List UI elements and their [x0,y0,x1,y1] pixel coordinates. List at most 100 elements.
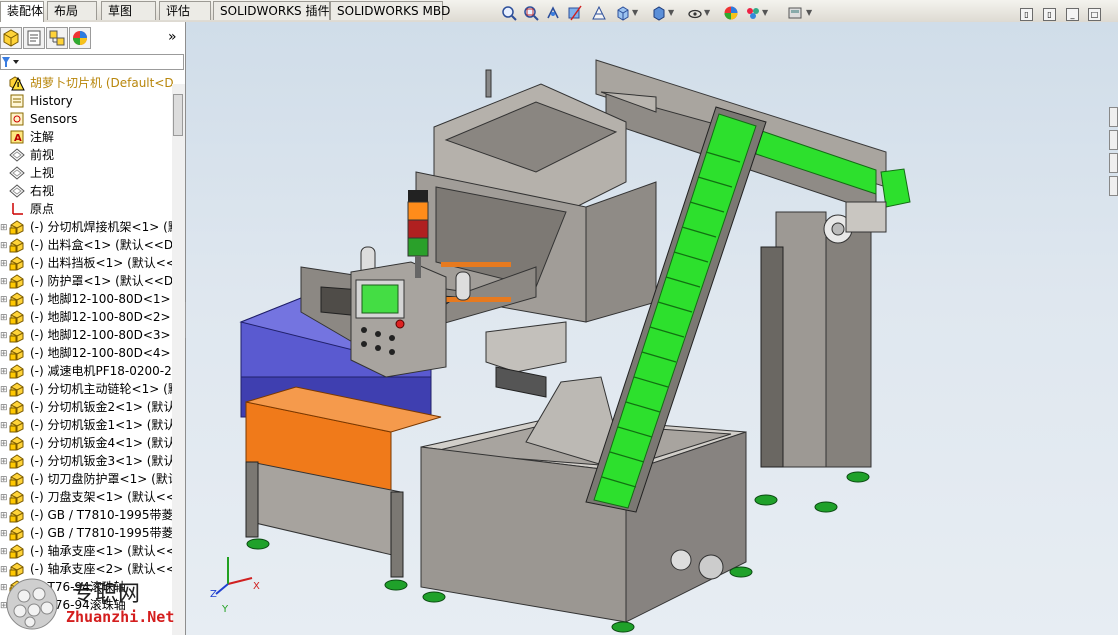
panel-more-button[interactable]: » [168,29,177,45]
property-manager-icon[interactable] [23,27,45,49]
tree-item[interactable]: ⊞ (-) 轴承支座<1> (默认<< [0,542,176,560]
tree-item[interactable]: ⊞ (-) 分切机主动链轮<1> (默 [0,380,180,398]
tree-item[interactable]: ⊞ (-) 分切机钣金4<1> (默认 [0,434,175,452]
tree-item-label: 上视 [30,166,55,180]
tree-item[interactable]: 右视 [0,182,172,200]
tab-solidworks-addins[interactable]: SOLIDWORKS 插件 [213,1,330,20]
tab-sketch[interactable]: 草图 [101,1,156,20]
expand-icon[interactable]: ⊞ [0,403,8,413]
expand-icon[interactable]: ⊞ [0,439,8,449]
tree-item[interactable]: ⊞ (-) 出料挡板<1> (默认<< [0,254,176,272]
tree-item[interactable]: A 注解 [0,128,172,146]
expand-icon[interactable]: ⊞ [0,457,8,467]
restore-window-icon[interactable]: ▯ [1043,8,1056,21]
part-icon [9,417,25,433]
expand-icon[interactable]: ⊞ [0,259,8,269]
expand-icon[interactable]: ⊞ [0,331,8,341]
expand-icon[interactable]: ⊞ [0,385,8,395]
view-orientation-icon[interactable] [614,4,632,22]
expand-icon[interactable]: ⊞ [0,223,8,233]
task-pane-tab[interactable] [1109,107,1118,127]
chevron-down-icon[interactable]: ▼ [762,8,768,17]
previous-view-icon[interactable] [544,4,562,22]
tree-item[interactable]: ⊞ (-) 切刀盘防护罩<1> (默认 [0,470,180,488]
task-pane-tab[interactable] [1109,176,1118,196]
tree-item-label: (-) GB / T7810-1995带菱 [30,508,174,522]
display-style-icon[interactable] [650,4,668,22]
tree-item[interactable]: ⊞ (-) 地脚12-100-80D<3> [0,326,172,344]
chevron-down-icon[interactable]: ▼ [704,8,710,17]
tile-windows-icon[interactable]: ▯ [1020,8,1033,21]
expand-icon[interactable]: ⊞ [0,493,8,503]
tree-scrollbar[interactable] [172,84,185,635]
chevron-down-icon[interactable]: ▼ [668,8,674,17]
tab-solidworks-mbd[interactable]: SOLIDWORKS MBD [330,1,450,20]
tree-item[interactable]: History [0,92,172,110]
part-icon [9,219,25,235]
chevron-down-icon[interactable]: ▼ [806,8,812,17]
tree-item[interactable]: 原点 [0,200,172,218]
expand-icon[interactable]: ⊞ [0,313,8,323]
expand-icon[interactable]: ⊞ [0,421,8,431]
display-manager-icon[interactable] [69,27,91,49]
part-icon [9,489,25,505]
configuration-manager-icon[interactable] [46,27,68,49]
filter-icon[interactable] [1,55,23,69]
scrollbar-thumb[interactable] [173,94,183,136]
tree-item[interactable]: ⊞ (-) 刀盘支架<1> (默认<< [0,488,176,506]
tree-item[interactable]: ⊞ (-) GB / T7810-1995带菱 [0,506,174,524]
hide-show-icon[interactable] [686,4,704,22]
tree-item[interactable]: ⊞ (-) 防护罩<1> (默认<<De [0,272,180,290]
zoom-area-icon[interactable] [522,4,540,22]
task-pane-tab[interactable] [1109,153,1118,173]
expand-icon[interactable]: ⊞ [0,511,8,521]
tree-item[interactable]: ⊞ (-) 出料盒<1> (默认<<De [0,236,180,254]
tree-item[interactable]: ⊞ (-) 地脚12-100-80D<1> [0,290,172,308]
zoom-to-fit-icon[interactable] [500,4,518,22]
tree-item[interactable]: Sensors [0,110,172,128]
tree-item[interactable]: ⊞ (-) 地脚12-100-80D<4> [0,344,172,362]
tree-item[interactable]: ⊞ (-) 地脚12-100-80D<2> [0,308,172,326]
dynamic-annotation-icon[interactable] [590,4,608,22]
graphics-area[interactable]: X Y Z [186,22,1118,635]
tree-item[interactable]: ⊞ (-) 分切机钣金1<1> (默认 [0,416,175,434]
tree-item[interactable]: ⊞ (-) 分切机焊接机架<1> (默 [0,218,180,236]
tree-item[interactable]: ⊞ (-) 分切机钣金3<1> (默认 [0,452,175,470]
tree-item-label: 右视 [30,184,55,198]
tab-layout[interactable]: 布局 [47,1,97,20]
tree-item[interactable]: 前视 [0,146,172,164]
tree-item[interactable]: ⊞ (-) 分切机钣金2<1> (默认 [0,398,176,416]
tree-item[interactable]: ⊞ (-) 减速电机PF18-0200-25 [0,362,179,380]
section-view-icon[interactable] [566,4,584,22]
tab-evaluate[interactable]: 评估 [159,1,211,20]
part-icon [9,255,25,271]
tab-assembly[interactable]: 装配体 [0,1,44,22]
view-settings-icon[interactable] [786,4,804,22]
expand-icon[interactable]: ⊞ [0,349,8,359]
expand-icon[interactable]: ⊞ [0,277,8,287]
tree-root-assembly[interactable]: 胡萝卜切片机 (Default<D [0,74,174,92]
expand-icon[interactable]: ⊞ [0,547,8,557]
tree-item-label: (-) 地脚12-100-80D<1> [30,292,171,306]
expand-icon[interactable]: ⊞ [0,241,8,251]
minimize-window-icon[interactable]: _ [1066,8,1079,21]
part-icon [9,399,25,415]
tree-item[interactable]: 上视 [0,164,172,182]
maximize-window-icon[interactable]: □ [1088,8,1101,21]
model-view[interactable]: X Y Z [186,22,1118,635]
part-icon [9,507,25,523]
expand-icon[interactable]: ⊞ [0,367,8,377]
part-icon [9,525,25,541]
feature-manager-icon[interactable] [0,27,22,49]
tree-item-label: (-) 分切机钣金2<1> (默认 [30,400,176,414]
edit-appearance-icon[interactable] [722,4,740,22]
expand-icon[interactable]: ⊞ [0,475,8,485]
filter-bar[interactable] [0,54,184,70]
chevron-down-icon[interactable]: ▼ [632,8,638,17]
expand-icon[interactable]: ⊞ [0,295,8,305]
tree-item[interactable]: ⊞ (-) GB / T7810-1995带菱 [0,524,173,542]
task-pane-tab[interactable] [1109,130,1118,150]
expand-icon[interactable]: ⊞ [0,529,8,539]
annotations-icon: A [9,129,25,145]
apply-scene-icon[interactable] [744,4,762,22]
